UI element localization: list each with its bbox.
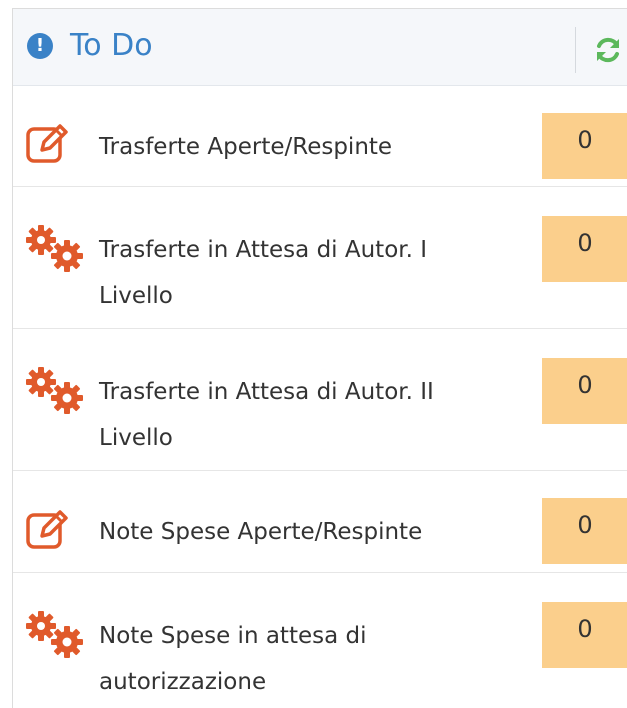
gears-icon: [26, 611, 83, 658]
panel-title: To Do: [70, 28, 153, 63]
count-badge[interactable]: 0: [542, 602, 627, 668]
item-label: Note Spese in attesa di autorizzazione: [99, 623, 367, 695]
gears-icon: [26, 225, 83, 272]
count-badge[interactable]: 0: [542, 216, 627, 282]
info-circle-icon: !: [27, 33, 53, 59]
todo-panel: ! To Do Trasferte Aperte/Respinte 0 Tras…: [12, 8, 627, 708]
item-label: Trasferte Aperte/Respinte: [99, 134, 393, 160]
header-divider: [575, 27, 576, 73]
item-label: Trasferte in Attesa di Autor. I Livello: [99, 237, 428, 309]
list-item[interactable]: Trasferte Aperte/Respinte 0: [13, 86, 627, 187]
count-badge[interactable]: 0: [542, 498, 627, 564]
list-item[interactable]: Trasferte in Attesa di Autor. I Livello …: [13, 187, 627, 329]
edit-icon: [26, 510, 68, 549]
list-item[interactable]: Trasferte in Attesa di Autor. II Livello…: [13, 329, 627, 471]
edit-icon: [26, 124, 68, 163]
refresh-button[interactable]: [591, 33, 625, 67]
count-badge[interactable]: 0: [542, 358, 627, 424]
count-badge[interactable]: 0: [542, 113, 627, 179]
refresh-icon: [597, 37, 619, 63]
panel-header: ! To Do: [13, 9, 627, 86]
info-icon-glyph: !: [35, 35, 45, 56]
gears-icon: [26, 367, 83, 414]
list-item[interactable]: Note Spese in attesa di autorizzazione 0: [13, 573, 627, 708]
list-item[interactable]: Note Spese Aperte/Respinte 0: [13, 471, 627, 573]
item-label: Note Spese Aperte/Respinte: [99, 519, 423, 545]
item-label: Trasferte in Attesa di Autor. II Livello: [99, 379, 434, 451]
